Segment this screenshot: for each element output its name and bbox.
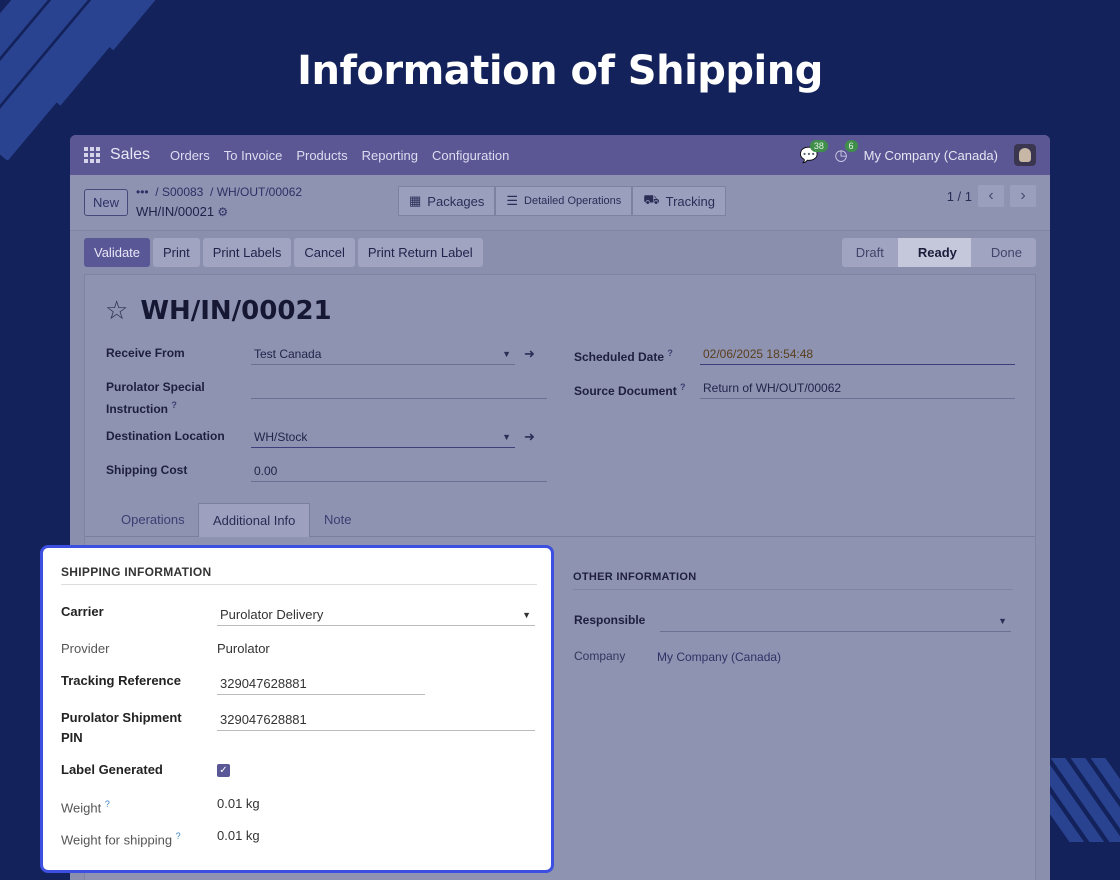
responsible-label: Responsible xyxy=(574,613,646,627)
record-title: WH/IN/00021 xyxy=(140,295,332,326)
control-panel: New ••• / S00083 / WH/OUT/00062 WH/IN/00… xyxy=(70,175,1050,231)
activities-badge: 6 xyxy=(844,140,858,152)
banner-title: Information of Shipping xyxy=(297,48,823,94)
destination-field[interactable]: WH/Stock ▼ xyxy=(251,426,515,448)
pager-prev-icon[interactable]: ‹ xyxy=(978,185,1004,207)
source-document-label: Source Document ? xyxy=(574,382,686,398)
provider-value: Purolator xyxy=(217,641,270,656)
breadcrumb-delivery[interactable]: WH/OUT/00062 xyxy=(217,185,302,199)
shipping-information-card: SHIPPING INFORMATION Carrier Purolator D… xyxy=(40,545,554,873)
menu-configuration[interactable]: Configuration xyxy=(432,148,509,163)
carrier-field[interactable]: Purolator Delivery ▼ xyxy=(217,604,535,626)
messages-icon[interactable]: 💬 38 xyxy=(800,140,828,164)
label-generated-label: Label Generated xyxy=(61,762,163,777)
shipment-pin-field[interactable]: 329047628881 xyxy=(217,709,535,731)
boxes-icon: ▦ xyxy=(409,193,422,208)
print-labels-button[interactable]: Print Labels xyxy=(202,238,292,267)
pager-value[interactable]: 1 / 1 xyxy=(947,189,972,204)
provider-label: Provider xyxy=(61,641,110,656)
print-button[interactable]: Print xyxy=(153,238,200,267)
weight-for-shipping-value: 0.01 kg xyxy=(217,828,260,843)
record-title-row: ☆ WH/IN/00021 xyxy=(105,295,332,326)
breadcrumb-sale-order[interactable]: S00083 xyxy=(162,185,203,199)
dropdown-caret-icon: ▼ xyxy=(502,349,511,359)
scheduled-date-field[interactable]: 02/06/2025 18:54:48 xyxy=(700,343,1015,365)
status-done[interactable]: Done xyxy=(970,238,1036,267)
detailed-operations-label: Detailed Operations xyxy=(524,195,622,207)
shipping-cost-field[interactable]: 0.00 xyxy=(251,460,547,482)
breadcrumb: ••• / S00083 / WH/OUT/00062 WH/IN/00021 … xyxy=(136,185,303,219)
app-name[interactable]: Sales xyxy=(110,146,150,164)
tab-note[interactable]: Note xyxy=(310,503,365,537)
source-document-field[interactable]: Return of WH/OUT/00062 xyxy=(700,377,1015,399)
tab-additional-info[interactable]: Additional Info xyxy=(198,503,311,537)
receive-from-label: Receive From xyxy=(106,346,185,360)
gear-icon[interactable]: ⚙ xyxy=(217,205,228,219)
menu-to-invoice[interactable]: To Invoice xyxy=(224,148,283,163)
pager-next-icon[interactable]: › xyxy=(1010,185,1036,207)
dropdown-caret-icon: ▼ xyxy=(502,432,511,442)
responsible-field[interactable]: ▼ xyxy=(660,610,1011,632)
company-link[interactable]: My Company (Canada) xyxy=(657,648,781,666)
label-generated-checkbox[interactable]: ✓ xyxy=(217,764,230,777)
action-buttons: Validate Print Print Labels Cancel Print… xyxy=(84,238,483,267)
shipping-information-heading: SHIPPING INFORMATION xyxy=(61,565,537,585)
truck-icon: ⛟ xyxy=(643,192,660,207)
activities-icon[interactable]: ◷ 6 xyxy=(835,140,858,164)
decorative-stripes-bottom-right xyxy=(1050,758,1120,842)
user-avatar[interactable] xyxy=(1014,144,1036,166)
star-icon[interactable]: ☆ xyxy=(105,295,128,326)
menu-products[interactable]: Products xyxy=(296,148,347,163)
shipping-cost-label: Shipping Cost xyxy=(106,463,188,477)
company-label: Company xyxy=(574,649,626,663)
packages-label: Packages xyxy=(427,193,485,209)
packages-button[interactable]: ▦ Packages xyxy=(398,186,496,216)
top-navbar: Sales Orders To Invoice Products Reporti… xyxy=(70,135,1050,175)
menu-orders[interactable]: Orders xyxy=(170,148,210,163)
pager: 1 / 1 ‹ › xyxy=(947,185,1036,207)
tracking-reference-label: Tracking Reference xyxy=(61,673,181,688)
status-bar: Draft Ready Done xyxy=(841,238,1036,267)
dropdown-caret-icon: ▼ xyxy=(522,610,531,620)
weight-value: 0.01 kg xyxy=(217,796,260,811)
cancel-button[interactable]: Cancel xyxy=(294,238,355,267)
scheduled-date-label: Scheduled Date ? xyxy=(574,348,673,364)
apps-grid-icon[interactable] xyxy=(84,147,100,163)
weight-label: Weight ? xyxy=(61,799,110,816)
dropdown-caret-icon: ▼ xyxy=(998,616,1007,626)
detailed-operations-button[interactable]: ☰ Detailed Operations xyxy=(495,186,633,216)
breadcrumb-current: WH/IN/00021 xyxy=(136,204,215,219)
validate-button[interactable]: Validate xyxy=(84,238,151,267)
tracking-reference-field[interactable]: 329047628881 xyxy=(217,673,425,695)
smart-buttons: ▦ Packages ☰ Detailed Operations ⛟ Tracking xyxy=(398,186,727,216)
destination-value: WH/Stock xyxy=(254,430,308,444)
list-icon: ☰ xyxy=(506,193,519,208)
menu-reporting[interactable]: Reporting xyxy=(362,148,418,163)
purolator-instruction-field[interactable] xyxy=(251,377,547,399)
weight-for-shipping-label: Weight for shipping ? xyxy=(61,831,181,848)
messages-badge: 38 xyxy=(809,140,828,152)
tab-operations[interactable]: Operations xyxy=(107,503,199,537)
destination-label: Destination Location xyxy=(106,429,225,443)
status-ready[interactable]: Ready xyxy=(897,238,971,267)
internal-link-icon[interactable]: ➜ xyxy=(524,429,535,445)
company-switcher[interactable]: My Company (Canada) xyxy=(864,148,998,163)
carrier-label: Carrier xyxy=(61,604,104,619)
receive-from-value: Test Canada xyxy=(254,347,322,361)
other-information-heading: OTHER INFORMATION xyxy=(573,571,1013,590)
new-button[interactable]: New xyxy=(84,189,129,216)
internal-link-icon[interactable]: ➜ xyxy=(524,346,535,362)
notebook-tabs: Operations Additional Info Note xyxy=(85,503,1035,537)
status-draft[interactable]: Draft xyxy=(841,238,898,267)
tracking-label: Tracking xyxy=(665,193,716,209)
shipment-pin-label: Purolator Shipment PIN xyxy=(61,710,182,745)
print-return-label-button[interactable]: Print Return Label xyxy=(357,238,483,267)
tracking-button[interactable]: ⛟ Tracking xyxy=(632,186,727,216)
receive-from-field[interactable]: Test Canada ▼ xyxy=(251,343,515,365)
purolator-instruction-label: Purolator Special Instruction ? xyxy=(106,380,205,416)
breadcrumb-ellipsis[interactable]: ••• xyxy=(136,185,149,199)
carrier-value: Purolator Delivery xyxy=(220,607,324,622)
